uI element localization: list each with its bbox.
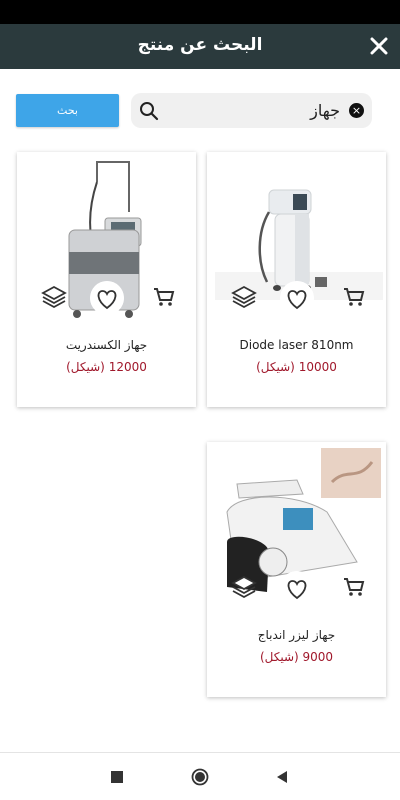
search-row: بحث × (0, 90, 400, 130)
system-nav-bar (0, 752, 400, 800)
heart-icon[interactable] (280, 281, 314, 315)
search-button[interactable]: بحث (16, 94, 119, 127)
layers-icon[interactable] (41, 284, 67, 310)
product-card[interactable]: جهاز الكسندريت 12000 (شيكل) (17, 152, 196, 407)
product-name[interactable]: جهاز ليزر اندباج (207, 628, 386, 642)
layers-icon[interactable] (231, 574, 257, 600)
product-actions (207, 571, 386, 605)
product-card[interactable]: Diode laser 810nm 10000 (شيكل) (207, 152, 386, 407)
home-circle-icon[interactable] (191, 768, 209, 786)
cart-icon[interactable] (342, 285, 366, 309)
product-price: 12000 (شيكل) (66, 360, 147, 374)
heart-icon[interactable] (90, 281, 124, 315)
cart-icon[interactable] (152, 285, 176, 309)
product-actions (207, 281, 386, 315)
recents-square-icon[interactable] (111, 771, 123, 783)
product-name[interactable]: جهاز الكسندريت (17, 338, 196, 352)
product-name[interactable]: Diode laser 810nm (207, 338, 386, 352)
close-icon[interactable] (368, 35, 390, 57)
product-price: 9000 (شيكل) (259, 650, 334, 664)
search-box: × (131, 93, 372, 128)
page-title: البحث عن منتج (137, 35, 263, 55)
product-actions (17, 281, 196, 315)
product-price: 10000 (شيكل) (256, 360, 337, 374)
heart-icon[interactable] (280, 571, 314, 605)
back-triangle-icon[interactable] (275, 770, 289, 784)
search-icon[interactable] (139, 101, 159, 121)
product-card[interactable]: جهاز ليزر اندباج 9000 (شيكل) (207, 442, 386, 697)
search-input[interactable] (165, 97, 340, 124)
app-bar: البحث عن منتج (0, 24, 400, 69)
status-bar (0, 0, 400, 24)
cart-icon[interactable] (342, 575, 366, 599)
layers-icon[interactable] (231, 284, 257, 310)
clear-search-icon[interactable]: × (349, 103, 364, 118)
